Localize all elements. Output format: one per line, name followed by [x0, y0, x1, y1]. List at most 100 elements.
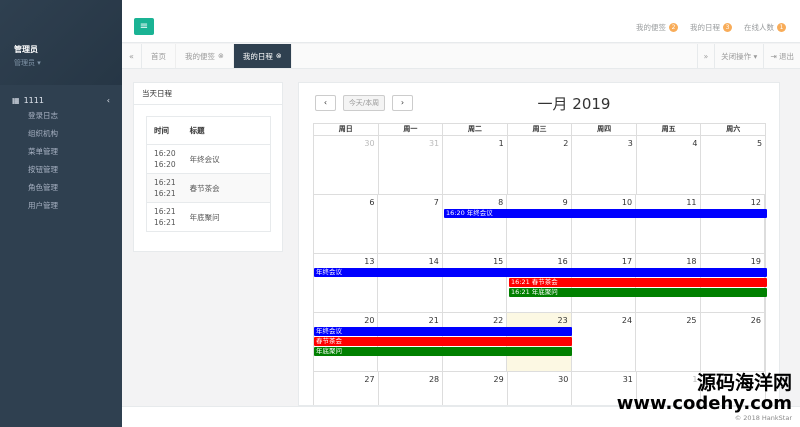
row-time: 16:21 16:21 [146, 202, 183, 232]
day-cell[interactable]: 11 [636, 195, 701, 253]
tab-home[interactable]: 首页 [142, 44, 176, 68]
today-schedule-panel: 当天日程 时间 标题 16:20 16:20 年终会议 16:21 16:21 春节… [133, 82, 283, 252]
sidebar-item-login-log[interactable]: 登录日志 [0, 107, 122, 125]
close-ops-dropdown[interactable]: 关闭操作 ▾ [714, 44, 763, 68]
calendar-week: 30 31 1 2 3 4 5 [313, 135, 766, 194]
day-cell[interactable]: 12 [701, 195, 765, 253]
day-cell[interactable]: 26 [701, 313, 765, 371]
day-cell[interactable]: 9 [507, 195, 572, 253]
day-cell[interactable]: 29 [443, 372, 508, 405]
day-cell[interactable]: 25 [636, 313, 701, 371]
watermark-line1: 源码海洋网 [696, 372, 792, 394]
day-cell[interactable]: 13 [314, 254, 379, 312]
row-time: 16:21 16:21 [146, 173, 183, 203]
calendar-grid: 周日 周一 周二 周三 周四 周五 周六 30 31 1 2 3 4 5 6 7… [313, 123, 767, 405]
sidebar-item-menu-mgmt[interactable]: 菜单管理 [0, 143, 122, 161]
calendar-event[interactable]: 16:21 年底聚问 [509, 288, 767, 297]
day-cell[interactable]: 6 [314, 195, 379, 253]
day-cell[interactable]: 5 [701, 136, 765, 194]
calendar-event[interactable]: 年终会议 [314, 268, 767, 277]
day-cell[interactable]: 31 [379, 136, 444, 194]
calendar-week: 6 7 8 9 10 11 12 16:20 年终会议 [313, 194, 767, 253]
weekday-header: 周日 周一 周二 周三 周四 周五 周六 [313, 123, 766, 135]
menu-toggle-button[interactable]: ≡ [134, 18, 154, 35]
sidebar-group-label: 1111 [23, 95, 44, 105]
tab-home-label: 首页 [151, 51, 166, 61]
top-navbar: ≡ 我的便签 2 我的日程 3 在线人数 1 [122, 0, 800, 43]
day-cell[interactable]: 30 [314, 136, 379, 194]
col-time: 时间 [146, 116, 183, 145]
weekday-label: 周三 [508, 124, 573, 135]
end-time: 16:21 [154, 189, 176, 198]
my-schedule-link[interactable]: 我的日程 3 [690, 22, 732, 33]
weekday-label: 周五 [637, 124, 702, 135]
day-cell[interactable]: 8 [443, 195, 508, 253]
day-cell[interactable]: 7 [378, 195, 443, 253]
day-cell[interactable]: 10 [572, 195, 637, 253]
my-notes-link[interactable]: 我的便签 2 [636, 22, 678, 33]
tab-my-schedule[interactable]: 我的日程 ⊗ [233, 44, 292, 68]
sidebar-item-organization[interactable]: 组织机构 [0, 125, 122, 143]
tabs-spacer [292, 44, 697, 68]
copyright: © 2018 HankStar [734, 414, 792, 422]
tabs-bar: « 首页 我的便签 ⊗ 我的日程 ⊗ » 关闭操作 ▾ ⇥ 退出 [122, 44, 800, 69]
logout-button[interactable]: ⇥ 退出 [763, 44, 800, 68]
sidebar-item-user-mgmt[interactable]: 用户管理 [0, 197, 122, 215]
close-icon[interactable]: ⊗ [276, 52, 282, 60]
tab-scroll-right-button[interactable]: » [696, 44, 715, 68]
sidebar-menu: ▦ 1111 ‹ 登录日志 组织机构 菜单管理 按钮管理 角色管理 用户管理 [0, 93, 122, 215]
top-links: 我的便签 2 我的日程 3 在线人数 1 [636, 22, 786, 33]
calendar-event[interactable]: 16:20 年终会议 [444, 209, 767, 218]
calendar-panel: ‹ 今天/本周 › 一月 2019 周日 周一 周二 周三 周四 周五 周六 3… [298, 82, 780, 406]
day-cell[interactable]: 14 [378, 254, 443, 312]
table-header: 时间 标题 [146, 116, 271, 145]
table-row: 16:21 16:21 年底聚问 [146, 202, 271, 232]
day-cell[interactable]: 28 [379, 372, 444, 405]
logout-icon: ⇥ [770, 51, 777, 61]
weekday-label: 周一 [379, 124, 444, 135]
sidebar-item-button-mgmt[interactable]: 按钮管理 [0, 161, 122, 179]
day-cell[interactable]: 1 [443, 136, 508, 194]
sidebar: 管理员 管理员 ▾ ▦ 1111 ‹ 登录日志 组织机构 菜单管理 按钮管理 角… [0, 0, 122, 427]
col-title: 标题 [182, 116, 271, 145]
calendar-event[interactable]: 16:21 春节茶会 [509, 278, 767, 287]
calendar-header: ‹ 今天/本周 › 一月 2019 [299, 83, 779, 123]
end-time: 16:21 [154, 218, 176, 227]
close-icon[interactable]: ⊗ [218, 52, 224, 60]
online-users-link[interactable]: 在线人数 1 [744, 22, 786, 33]
start-time: 16:20 [154, 149, 176, 158]
chevron-left-icon: ‹ [106, 95, 110, 105]
menu-icon: ▦ [12, 95, 20, 105]
calendar-event[interactable]: 春节茶会 [314, 337, 572, 346]
user-name: 管理员 [14, 45, 38, 54]
tab-my-notes[interactable]: 我的便签 ⊗ [176, 44, 234, 68]
tab-my-notes-label: 我的便签 [185, 51, 215, 61]
calendar-event[interactable]: 年底聚问 [314, 347, 572, 356]
panel-title: 当天日程 [134, 83, 282, 105]
day-cell[interactable]: 24 [572, 313, 637, 371]
day-cell[interactable]: 30 [508, 372, 573, 405]
weekday-label: 周四 [572, 124, 637, 135]
sidebar-group[interactable]: ▦ 1111 ‹ [0, 93, 122, 107]
day-cell[interactable]: 3 [572, 136, 637, 194]
row-title: 年底聚问 [182, 202, 271, 232]
day-cell[interactable]: 4 [637, 136, 702, 194]
table-row: 16:20 16:20 年终会议 [146, 144, 271, 174]
tab-scroll-left-button[interactable]: « [122, 44, 142, 68]
my-notes-label: 我的便签 [636, 23, 666, 32]
sidebar-item-role-mgmt[interactable]: 角色管理 [0, 179, 122, 197]
logout-label: 退出 [779, 51, 794, 61]
row-title: 年终会议 [182, 144, 271, 174]
weekday-label: 周六 [726, 125, 741, 133]
row-time: 16:20 16:20 [146, 144, 183, 174]
calendar-event[interactable]: 年终会议 [314, 327, 572, 336]
day-cell[interactable]: 15 [443, 254, 508, 312]
start-time: 16:21 [154, 207, 176, 216]
watermark: 源码海洋网 www.codehy.com [617, 372, 792, 414]
my-schedule-label: 我的日程 [690, 23, 720, 32]
calendar-title: 一月 2019 [537, 95, 611, 113]
day-cell[interactable]: 2 [508, 136, 573, 194]
user-role-dropdown[interactable]: 管理员 ▾ [14, 58, 122, 68]
day-cell[interactable]: 27 [314, 372, 379, 405]
end-time: 16:20 [154, 160, 176, 169]
